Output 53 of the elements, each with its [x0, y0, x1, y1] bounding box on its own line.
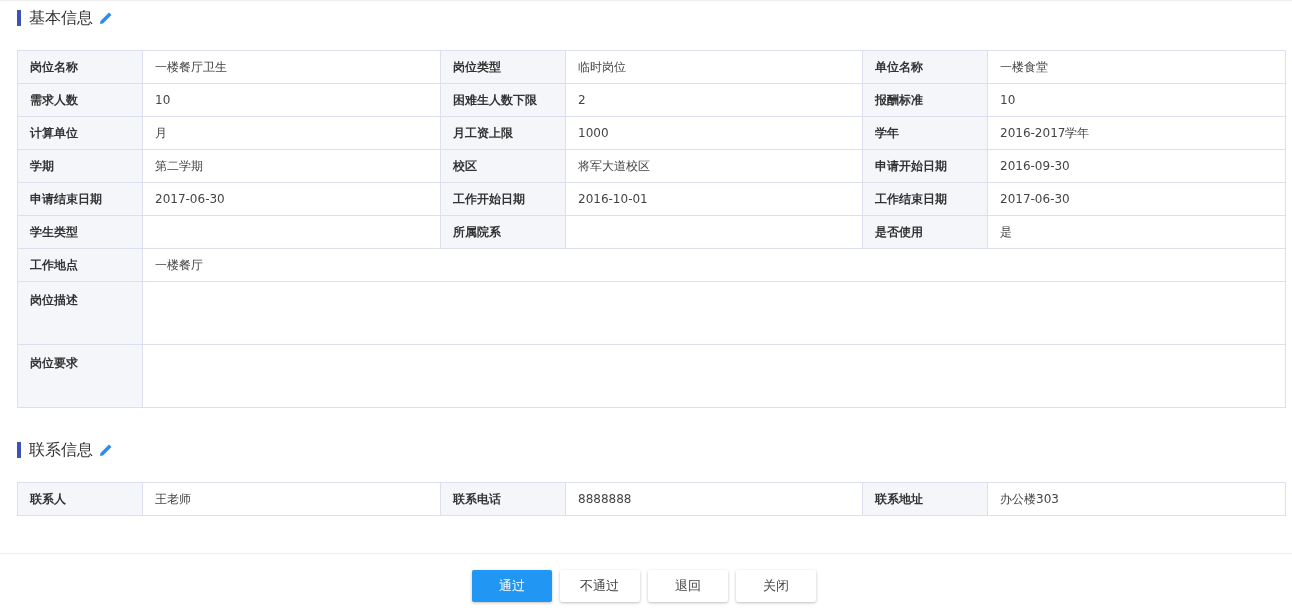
field-value: 一楼餐厅卫生 [142, 50, 441, 84]
field-label: 工作结束日期 [862, 182, 988, 216]
field-label: 工作地点 [17, 248, 143, 282]
field-value: 10 [987, 83, 1286, 117]
field-value: 1000 [565, 116, 863, 150]
field-value: 办公楼303 [987, 482, 1286, 516]
field-value: 临时岗位 [565, 50, 863, 84]
field-value: 月 [142, 116, 441, 150]
field-value: 8888888 [565, 482, 863, 516]
field-label: 申请结束日期 [17, 182, 143, 216]
field-label: 困难生人数下限 [440, 83, 566, 117]
field-label: 校区 [440, 149, 566, 183]
field-value: 2016-09-30 [987, 149, 1286, 183]
action-button[interactable]: 关闭 [735, 570, 816, 602]
field-value: 2016-2017学年 [987, 116, 1286, 150]
field-label: 所属院系 [440, 215, 566, 249]
field-label: 报酬标准 [862, 83, 988, 117]
section-marker [17, 442, 21, 458]
section-marker [17, 10, 21, 26]
field-label: 岗位名称 [17, 50, 143, 84]
field-label: 月工资上限 [440, 116, 566, 150]
edit-icon[interactable] [99, 11, 113, 25]
field-label: 联系人 [17, 482, 143, 516]
field-label: 岗位类型 [440, 50, 566, 84]
field-label: 学生类型 [17, 215, 143, 249]
field-value: 2017-06-30 [987, 182, 1286, 216]
field-value: 一楼餐厅 [142, 248, 1286, 282]
field-label: 是否使用 [862, 215, 988, 249]
field-value: 第二学期 [142, 149, 441, 183]
edit-icon[interactable] [99, 443, 113, 457]
section-title: 基本信息 [29, 7, 93, 29]
field-label: 岗位描述 [17, 281, 143, 345]
field-value: 2 [565, 83, 863, 117]
field-label: 单位名称 [862, 50, 988, 84]
field-label: 岗位要求 [17, 344, 143, 408]
field-value: 10 [142, 83, 441, 117]
field-label: 联系电话 [440, 482, 566, 516]
field-label: 联系地址 [862, 482, 988, 516]
action-button[interactable]: 退回 [647, 570, 728, 602]
field-value: 2017-06-30 [142, 182, 441, 216]
field-label: 学期 [17, 149, 143, 183]
section-title: 联系信息 [29, 439, 93, 461]
field-value: 王老师 [142, 482, 441, 516]
field-label: 计算单位 [17, 116, 143, 150]
field-label: 申请开始日期 [862, 149, 988, 183]
field-value: 2016-10-01 [565, 182, 863, 216]
field-label: 学年 [862, 116, 988, 150]
field-label: 工作开始日期 [440, 182, 566, 216]
field-value: 将军大道校区 [565, 149, 863, 183]
field-label: 需求人数 [17, 83, 143, 117]
field-value: 是 [987, 215, 1286, 249]
field-value: 一楼食堂 [987, 50, 1286, 84]
action-button[interactable]: 不通过 [559, 570, 640, 602]
